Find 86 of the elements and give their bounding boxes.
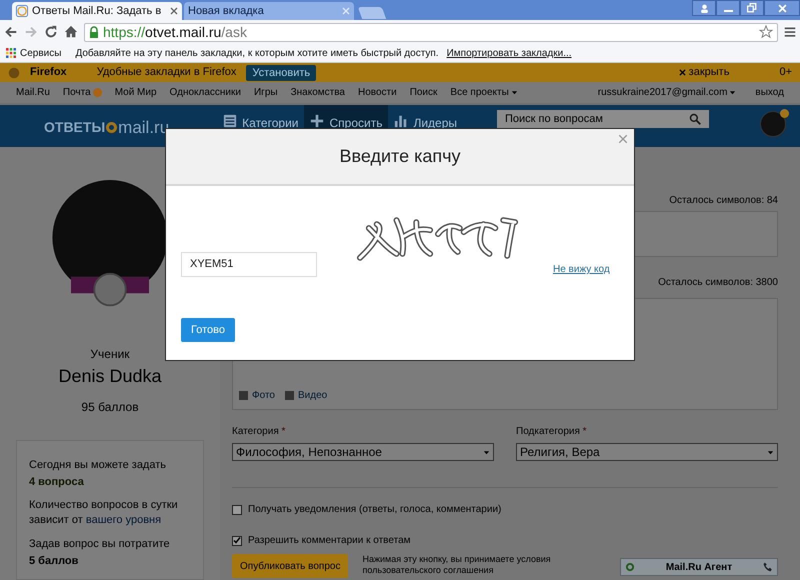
checkbox[interactable]: [232, 504, 242, 514]
user-avatar[interactable]: [760, 111, 786, 137]
minimize-icon: [724, 10, 732, 12]
attachment-icon: [284, 391, 294, 400]
portal-link[interactable]: Игры: [254, 85, 278, 100]
header-nav-item[interactable]: Лидеры: [388, 105, 464, 147]
portal-link[interactable]: Почта: [62, 85, 102, 100]
portal-link[interactable]: Знакомства: [290, 85, 345, 100]
caret-icon: [483, 448, 490, 456]
header-nav-item[interactable]: Категории: [217, 105, 304, 147]
person-icon: [700, 4, 708, 12]
browser-tab[interactable]: Новая вкладка: [184, 2, 354, 20]
promo-text: Удобные закладки в Firefox: [96, 65, 236, 80]
apps-shortcut[interactable]: Сервисы: [6, 46, 62, 60]
padlock-icon: [89, 26, 99, 38]
account-link[interactable]: russukraine2017@gmail.com: [598, 85, 736, 100]
close-icon: [778, 4, 786, 12]
category-select[interactable]: Философия, Непознанное: [232, 443, 494, 461]
cost-value: 5 баллов: [29, 554, 80, 568]
logout-link[interactable]: выход: [755, 85, 784, 100]
checkmark-icon: [233, 536, 241, 545]
counter-label: 0+: [779, 65, 792, 80]
portal-link[interactable]: Поиск: [410, 85, 438, 100]
menu-icon: [784, 26, 796, 38]
plus-icon: [310, 114, 324, 128]
portal-link[interactable]: Mail.Ru: [16, 85, 50, 100]
browser-tab[interactable]: Ответы Mail.Ru: Задать в: [12, 2, 182, 20]
install-button[interactable]: Установить: [246, 64, 316, 80]
reload-icon: [44, 25, 58, 39]
cost-text: Задав вопрос вы потратите: [29, 537, 171, 552]
close-icon: [618, 134, 628, 144]
search-field[interactable]: Поиск по вопросам: [497, 110, 710, 128]
portal-link[interactable]: Все проекты: [450, 85, 518, 100]
close-icon: [678, 69, 686, 76]
checkbox[interactable]: [232, 536, 242, 546]
home-icon: [64, 25, 78, 39]
caret-icon: [729, 89, 736, 96]
publish-button[interactable]: Опубликовать вопрос: [232, 554, 348, 578]
firefox-label: Firefox: [30, 65, 67, 80]
checkbox-option[interactable]: Разрешить комментарии к ответам: [232, 533, 778, 548]
user-points: 95 баллов: [81, 399, 139, 416]
bar-chart-icon: [394, 114, 408, 128]
checkbox-option[interactable]: Получать уведомления (ответы, голоса, комментарии): [232, 502, 778, 517]
user-rank: Ученик: [90, 346, 130, 363]
attachment-option[interactable]: Фото: [239, 388, 275, 403]
category-select[interactable]: Религия, Вера: [516, 443, 778, 461]
captcha-input[interactable]: XYEM51: [181, 252, 317, 277]
search-icon: [689, 113, 702, 125]
cant-see-code-link[interactable]: Не вижу код: [553, 262, 610, 277]
restore-icon: [747, 3, 757, 13]
caret-icon: [767, 448, 774, 456]
user-button[interactable]: [692, 0, 716, 16]
portal-link[interactable]: Новости: [358, 85, 397, 100]
back-arrow-icon: [4, 25, 18, 39]
attachment-option[interactable]: Видео: [284, 388, 328, 403]
phone-icon: [763, 562, 773, 572]
apps-grid-icon: [6, 48, 16, 58]
attachment-icon: [239, 391, 248, 400]
forward-arrow-icon: [24, 25, 38, 39]
close-icon: [170, 7, 178, 15]
minimize-button[interactable]: [716, 0, 740, 16]
import-bookmarks-link[interactable]: Импортировать закладки...: [446, 46, 572, 60]
agent-widget[interactable]: Mail.Ru Агент: [620, 558, 778, 576]
title-counter: Осталось символов: 84: [669, 194, 778, 208]
user-name: Denis Dudka: [58, 365, 162, 388]
terms-text: Нажимая эту кнопку, вы принимаете условия пользовательского соглашения: [362, 554, 552, 576]
close-promo-link[interactable]: закрыть: [678, 64, 730, 81]
question-count: 4 вопроса: [29, 474, 85, 490]
portal-link[interactable]: Одноклассники: [170, 85, 241, 100]
address-bar[interactable]: https://otvet.mail.ru/ask: [84, 22, 778, 42]
done-button[interactable]: Готово: [181, 318, 235, 342]
limits-text: Сегодня вы можете задать: [29, 458, 168, 473]
bookmarks-hint: Добавляйте на эту панель закладки, к которым хотите иметь быстрый доступ.: [75, 46, 439, 60]
body-counter: Осталось символов: 3800: [658, 276, 778, 290]
window-close-button[interactable]: [764, 0, 800, 16]
url-text: https://otvet.mail.ru/ask: [103, 22, 247, 42]
close-icon: [342, 7, 350, 15]
level-note: Количество вопросов в сутки зависит от вашего уровня: [29, 498, 179, 528]
restore-button[interactable]: [740, 0, 764, 16]
list-icon: [223, 114, 238, 128]
select-label: Подкатегория *: [516, 425, 588, 439]
select-label: Категория *: [232, 425, 286, 439]
star-icon: [759, 25, 773, 39]
portal-link[interactable]: Мой Мир: [114, 85, 157, 100]
dialog-title: Введите капчу: [340, 145, 460, 168]
level-link[interactable]: вашего уровня: [86, 514, 162, 526]
